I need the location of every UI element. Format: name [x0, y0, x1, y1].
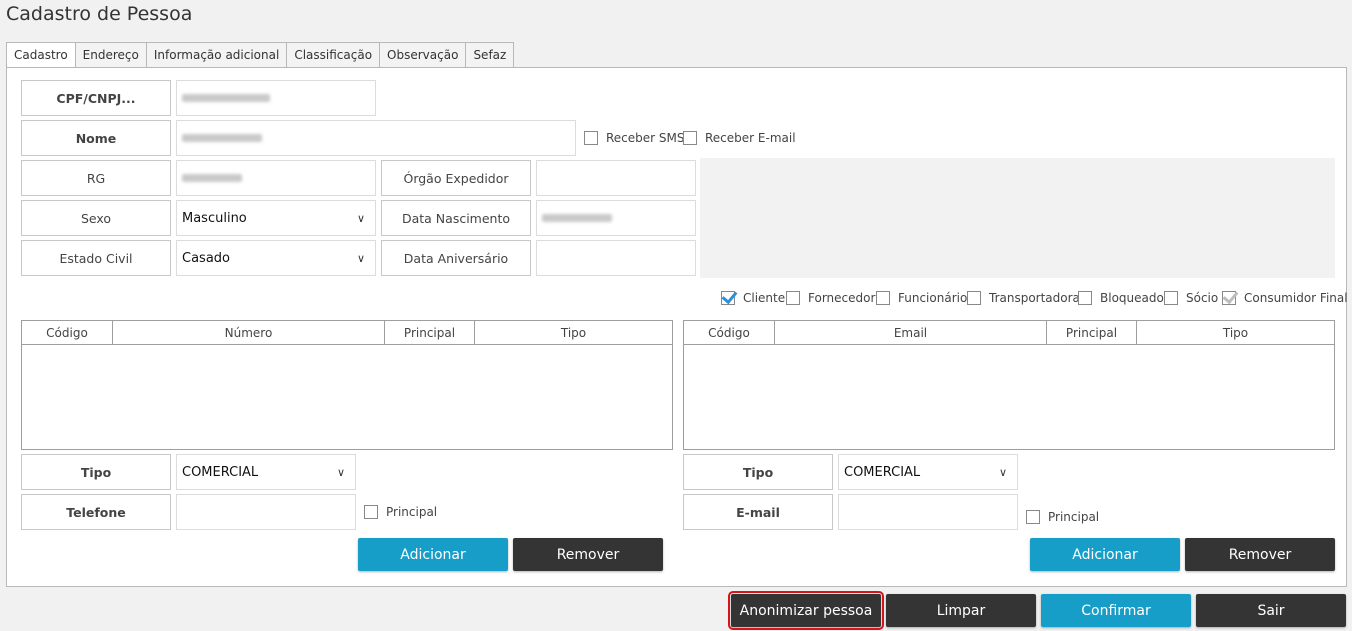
consumidor-final-checkbox[interactable]: Consumidor Final	[1222, 291, 1348, 305]
phone-principal-label: Principal	[386, 505, 438, 519]
data-nascimento-label: Data Nascimento	[381, 200, 531, 236]
bloqueado-label: Bloqueado	[1100, 291, 1164, 305]
limpar-button[interactable]: Limpar	[886, 594, 1036, 627]
email-input[interactable]	[838, 494, 1018, 530]
emails-table[interactable]: Código Email Principal Tipo	[683, 320, 1335, 450]
phone-principal-checkbox[interactable]: Principal	[364, 505, 437, 519]
phones-table[interactable]: Código Número Principal Tipo	[21, 320, 673, 450]
chevron-down-icon: ∨	[356, 251, 366, 265]
chevron-down-icon: ∨	[336, 465, 346, 479]
phone-tipo-label: Tipo	[21, 454, 171, 490]
email-label: E-mail	[683, 494, 833, 530]
cpf-label[interactable]: CPF/CNPJ...	[21, 80, 171, 116]
column-header[interactable]: Tipo	[475, 321, 672, 344]
orgao-expedidor-label: Órgão Expedidor	[381, 160, 531, 196]
receber-sms-checkbox[interactable]: Receber SMS	[584, 131, 685, 145]
emails-table-header: Código Email Principal Tipo	[684, 321, 1334, 345]
column-header[interactable]: Email	[775, 321, 1047, 344]
estado-civil-label: Estado Civil	[21, 240, 171, 276]
email-tipo-label: Tipo	[683, 454, 833, 490]
tab-bar: Cadastro Endereço Informação adicional C…	[6, 42, 515, 69]
orgao-expedidor-input[interactable]	[536, 160, 696, 196]
fornecedor-checkbox[interactable]: Fornecedor	[786, 291, 875, 305]
gray-background	[700, 158, 1335, 278]
phone-tipo-value: COMERCIAL	[182, 464, 259, 480]
funcionario-checkbox[interactable]: Funcionário	[876, 291, 967, 305]
email-tipo-value: COMERCIAL	[844, 464, 921, 480]
sair-button[interactable]: Sair	[1196, 594, 1346, 627]
checkbox-checked-icon	[1222, 291, 1236, 305]
checkbox-icon	[786, 291, 800, 305]
email-principal-checkbox[interactable]: Principal	[1026, 510, 1099, 524]
nome-label: Nome	[21, 120, 171, 156]
phone-add-button[interactable]: Adicionar	[358, 538, 508, 571]
estado-civil-value: Casado	[182, 250, 230, 266]
socio-checkbox[interactable]: Sócio	[1164, 291, 1218, 305]
receber-email-label: Receber E-mail	[705, 131, 796, 145]
rg-label: RG	[21, 160, 171, 196]
column-header[interactable]: Principal	[1047, 321, 1137, 344]
data-aniversario-label: Data Aniversário	[381, 240, 531, 276]
telefone-input[interactable]	[176, 494, 356, 530]
receber-sms-label: Receber SMS	[606, 131, 685, 145]
chevron-down-icon: ∨	[998, 465, 1008, 479]
tab-endereco[interactable]: Endereço	[75, 42, 147, 68]
tab-cadastro[interactable]: Cadastro	[6, 42, 76, 69]
email-remove-button[interactable]: Remover	[1185, 538, 1335, 571]
telefone-label: Telefone	[21, 494, 171, 530]
phone-remove-button[interactable]: Remover	[513, 538, 663, 571]
page-title: Cadastro de Pessoa	[6, 3, 193, 25]
receber-email-checkbox[interactable]: Receber E-mail	[683, 131, 796, 145]
rg-input[interactable]	[176, 160, 376, 196]
checkbox-icon	[876, 291, 890, 305]
tab-informacao-adicional[interactable]: Informação adicional	[146, 42, 288, 68]
sexo-label: Sexo	[21, 200, 171, 236]
cliente-label: Cliente	[743, 291, 786, 305]
tab-sefaz[interactable]: Sefaz	[466, 42, 515, 68]
tab-observacao[interactable]: Observação	[380, 42, 467, 68]
consumidor-final-label: Consumidor Final	[1244, 291, 1348, 305]
email-principal-label: Principal	[1048, 510, 1100, 524]
column-header[interactable]: Código	[684, 321, 775, 344]
nome-input[interactable]	[176, 120, 576, 156]
fornecedor-label: Fornecedor	[808, 291, 876, 305]
checkbox-icon	[967, 291, 981, 305]
funcionario-label: Funcionário	[898, 291, 968, 305]
email-add-button[interactable]: Adicionar	[1030, 538, 1180, 571]
column-header[interactable]: Número	[113, 321, 385, 344]
checkbox-icon	[1078, 291, 1092, 305]
checkbox-icon	[683, 131, 697, 145]
chevron-down-icon: ∨	[356, 211, 366, 225]
tab-classificacao[interactable]: Classificação	[287, 42, 381, 68]
estado-civil-select[interactable]: Casado ∨	[176, 240, 376, 276]
column-header[interactable]: Principal	[385, 321, 475, 344]
column-header[interactable]: Tipo	[1137, 321, 1334, 344]
data-aniversario-input[interactable]	[536, 240, 696, 276]
checkbox-icon	[364, 505, 378, 519]
anonimizar-pessoa-button[interactable]: Anonimizar pessoa	[728, 591, 884, 630]
confirmar-button[interactable]: Confirmar	[1041, 594, 1191, 627]
sexo-select[interactable]: Masculino ∨	[176, 200, 376, 236]
checkbox-icon	[584, 131, 598, 145]
column-header[interactable]: Código	[22, 321, 113, 344]
data-nascimento-input[interactable]	[536, 200, 696, 236]
phones-table-header: Código Número Principal Tipo	[22, 321, 672, 345]
transportadora-checkbox[interactable]: Transportadora	[967, 291, 1080, 305]
checkbox-checked-icon	[721, 291, 735, 305]
checkbox-icon	[1164, 291, 1178, 305]
cliente-checkbox[interactable]: Cliente	[721, 291, 785, 305]
cpf-input[interactable]	[176, 80, 376, 116]
phone-tipo-select[interactable]: COMERCIAL ∨	[176, 454, 356, 490]
transportadora-label: Transportadora	[989, 291, 1080, 305]
email-tipo-select[interactable]: COMERCIAL ∨	[838, 454, 1018, 490]
bloqueado-checkbox[interactable]: Bloqueado	[1078, 291, 1164, 305]
checkbox-icon	[1026, 510, 1040, 524]
sexo-value: Masculino	[182, 210, 247, 226]
socio-label: Sócio	[1186, 291, 1219, 305]
